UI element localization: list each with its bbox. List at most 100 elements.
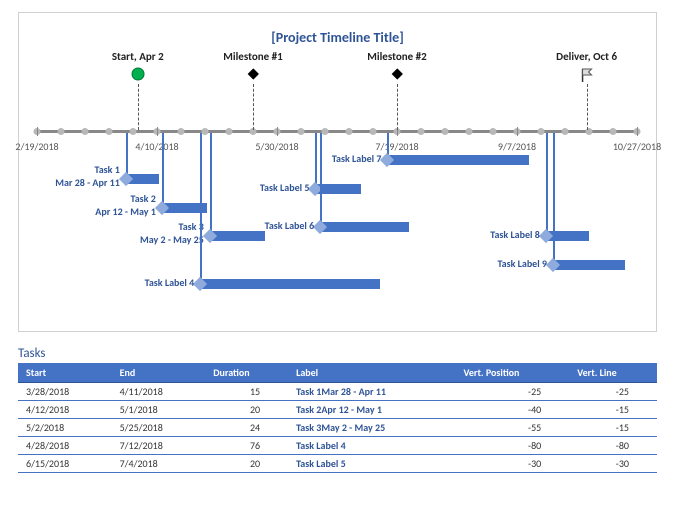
table-header: Label xyxy=(288,363,455,383)
milestone-label: Milestone #1 xyxy=(223,50,282,63)
axis-minor-tick xyxy=(490,128,497,135)
task-label: Task Label 9 xyxy=(497,257,553,270)
axis-minor-tick xyxy=(130,128,137,135)
table-cell-vpos: -55 xyxy=(455,419,569,437)
milestone: Start, Apr 2 xyxy=(112,50,164,86)
table-cell-duration: 20 xyxy=(205,455,288,473)
task-label: Task Label 5 xyxy=(260,181,316,194)
table-cell-label: Task Label 4 xyxy=(288,437,455,455)
axis-minor-tick xyxy=(226,128,233,135)
table-cell-vpos: -40 xyxy=(455,401,569,419)
milestone-connector xyxy=(397,84,398,130)
axis-tick xyxy=(157,127,158,136)
task-bar xyxy=(553,260,625,270)
table-header: Vert. Line xyxy=(569,363,657,383)
axis-minor-tick xyxy=(562,128,569,135)
task-bar xyxy=(315,184,361,194)
table-cell-label: Task Label 5 xyxy=(288,455,455,473)
table-cell-end: 5/1/2018 xyxy=(112,401,206,419)
axis-tick-label: 10/27/2018 xyxy=(613,140,661,153)
task-label: Task 2Apr 12 - May 1 xyxy=(95,192,162,218)
milestone-connector xyxy=(138,84,139,130)
axis-minor-tick xyxy=(58,128,65,135)
table-row: 5/2/20185/25/201824Task 3May 2 - May 25-… xyxy=(18,419,657,437)
task-label: Task Label 6 xyxy=(265,219,321,232)
axis-minor-tick xyxy=(322,128,329,135)
table-row: 3/28/20184/11/201815Task 1Mar 28 - Apr 1… xyxy=(18,383,657,401)
table-cell-vpos: -25 xyxy=(455,383,569,401)
task-label: Task Label 4 xyxy=(145,276,201,289)
black-diamond-icon xyxy=(246,67,260,84)
table-row: 4/12/20185/1/201820Task 2Apr 12 - May 1-… xyxy=(18,401,657,419)
table-row: 4/28/20187/12/201876Task Label 4-80-80 xyxy=(18,437,657,455)
milestone: Milestone #2 xyxy=(367,50,426,86)
table-cell-vpos: -80 xyxy=(455,437,569,455)
task-label: Task Label 8 xyxy=(490,228,546,241)
task-drop-line xyxy=(315,133,317,189)
axis-tick-label: 9/7/2018 xyxy=(498,140,536,153)
table-header: End xyxy=(112,363,206,383)
axis-minor-tick xyxy=(370,128,377,135)
task-bar xyxy=(210,231,265,241)
green-dot-icon xyxy=(131,67,145,84)
task-bar xyxy=(200,279,380,289)
task-drop-line xyxy=(546,133,548,236)
axis-tick xyxy=(517,127,518,136)
milestone: Deliver, Oct 6 xyxy=(556,50,617,88)
axis-tick-label: 4/10/2018 xyxy=(135,140,178,153)
table-header: Duration xyxy=(205,363,288,383)
table-cell-duration: 76 xyxy=(205,437,288,455)
axis-minor-tick xyxy=(442,128,449,135)
table-header: Vert. Position xyxy=(455,363,569,383)
table-cell-start: 6/15/2018 xyxy=(18,455,112,473)
milestone: Milestone #1 xyxy=(223,50,282,86)
axis-tick xyxy=(37,127,38,136)
task-drop-line xyxy=(210,133,212,236)
black-diamond-icon xyxy=(390,67,404,84)
table-cell-end: 7/12/2018 xyxy=(112,437,206,455)
task-bar xyxy=(320,222,409,232)
table-cell-vline: -30 xyxy=(569,455,657,473)
chart-plot-area: 2/19/20184/10/20185/30/20187/19/20189/7/… xyxy=(37,50,638,310)
task-drop-line xyxy=(553,133,555,265)
table-cell-end: 4/11/2018 xyxy=(112,383,206,401)
axis-minor-tick xyxy=(202,128,209,135)
table-cell-duration: 15 xyxy=(205,383,288,401)
axis-minor-tick xyxy=(346,128,353,135)
task-drop-line xyxy=(200,133,202,284)
milestone-connector xyxy=(253,84,254,130)
axis-minor-tick xyxy=(610,128,617,135)
axis-tick-label: 2/19/2018 xyxy=(15,140,58,153)
task-drop-line xyxy=(162,133,164,208)
task-drop-line xyxy=(320,133,322,227)
table-cell-vline: -15 xyxy=(569,401,657,419)
table-cell-vline: -80 xyxy=(569,437,657,455)
axis-minor-tick xyxy=(538,128,545,135)
axis-tick xyxy=(637,127,638,136)
milestone-label: Deliver, Oct 6 xyxy=(556,50,617,63)
axis-minor-tick xyxy=(178,128,185,135)
axis-minor-tick xyxy=(418,128,425,135)
table-title: Tasks xyxy=(18,346,657,361)
table-row: 6/15/20187/4/201820Task Label 5-30-30 xyxy=(18,455,657,473)
axis-minor-tick xyxy=(106,128,113,135)
axis-tick xyxy=(277,127,278,136)
table-cell-vline: -15 xyxy=(569,419,657,437)
table-header: Start xyxy=(18,363,112,383)
table-cell-start: 4/28/2018 xyxy=(18,437,112,455)
table-cell-start: 4/12/2018 xyxy=(18,401,112,419)
table-cell-vpos: -30 xyxy=(455,455,569,473)
axis-tick-label: 5/30/2018 xyxy=(255,140,298,153)
task-bar xyxy=(126,174,160,184)
table-cell-duration: 20 xyxy=(205,401,288,419)
timeline-chart: [Project Timeline Title] 2/19/2018 4/10/2… xyxy=(18,12,657,332)
task-label: Task 1Mar 28 - Apr 11 xyxy=(55,163,126,189)
task-bar xyxy=(387,155,529,165)
table-cell-duration: 24 xyxy=(205,419,288,437)
milestone-label: Start, Apr 2 xyxy=(112,50,164,63)
chart-title: [Project Timeline Title] xyxy=(37,29,638,46)
table-cell-label: Task 3May 2 - May 25 xyxy=(288,419,455,437)
task-label: Task Label 7 xyxy=(332,152,388,165)
table-cell-end: 5/25/2018 xyxy=(112,419,206,437)
tasks-table: StartEndDurationLabelVert. PositionVert.… xyxy=(18,363,657,473)
